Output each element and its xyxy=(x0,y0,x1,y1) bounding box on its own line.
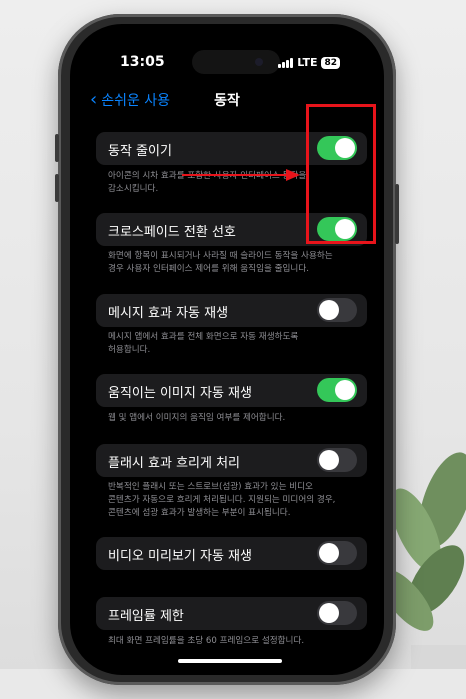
row-label: 비디오 미리보기 자동 재생 xyxy=(108,549,252,564)
row-description: 최대 화면 프레임률을 초당 60 프레임으로 설정합니다. xyxy=(108,636,305,646)
row-description: 화면에 항목이 표시되거나 사라질 때 슬라이드 동작을 사용하는 경우 사용자… xyxy=(108,251,333,274)
video-previews-toggle[interactable] xyxy=(317,541,357,565)
dynamic-island xyxy=(192,50,280,74)
row-label: 크로스페이드 전환 선호 xyxy=(108,225,236,240)
row-label: 프레임률 제한 xyxy=(108,609,184,624)
row-description: 반복적인 플래시 또는 스트로브(섬광) 효과가 있는 비디오 콘텐츠가 자동으… xyxy=(108,482,336,518)
camera-icon xyxy=(255,58,263,66)
status-time: 13:05 xyxy=(120,54,165,70)
setting-row-frame-rate[interactable]: 프레임률 제한 xyxy=(96,597,367,630)
battery-icon: 82 xyxy=(321,56,340,69)
setting-row-dim-flashing[interactable]: 플래시 효과 흐리게 처리 xyxy=(96,444,367,477)
row-label: 동작 줄이기 xyxy=(108,144,172,159)
row-label: 플래시 효과 흐리게 처리 xyxy=(108,456,240,471)
power-button xyxy=(395,184,399,244)
message-effects-toggle[interactable] xyxy=(317,298,357,322)
signal-icon xyxy=(278,57,294,68)
home-indicator[interactable] xyxy=(178,659,282,663)
red-arrow-icon xyxy=(182,169,300,181)
network-type: LTE xyxy=(297,56,318,69)
setting-row-animated-images[interactable]: 움직이는 이미지 자동 재생 xyxy=(96,374,367,407)
volume-up-button xyxy=(55,134,59,162)
row-label: 움직이는 이미지 자동 재생 xyxy=(108,386,252,401)
row-description: 메시지 앱에서 효과를 전체 화면으로 자동 재생하도록 허용합니다. xyxy=(108,332,299,355)
row-description: 웹 및 앱에서 이미지의 움직임 여부를 제어합니다. xyxy=(108,413,286,423)
highlight-box xyxy=(306,104,376,244)
dim-flashing-toggle[interactable] xyxy=(317,448,357,472)
status-bar: 13:05 LTE 82 xyxy=(70,50,384,74)
setting-row-message-effects[interactable]: 메시지 효과 자동 재생 xyxy=(96,294,367,327)
row-label: 메시지 효과 자동 재생 xyxy=(108,306,229,321)
setting-row-video-previews[interactable]: 비디오 미리보기 자동 재생 xyxy=(96,537,367,570)
frame-rate-toggle[interactable] xyxy=(317,601,357,625)
volume-down-button xyxy=(55,174,59,202)
animated-images-toggle[interactable] xyxy=(317,378,357,402)
